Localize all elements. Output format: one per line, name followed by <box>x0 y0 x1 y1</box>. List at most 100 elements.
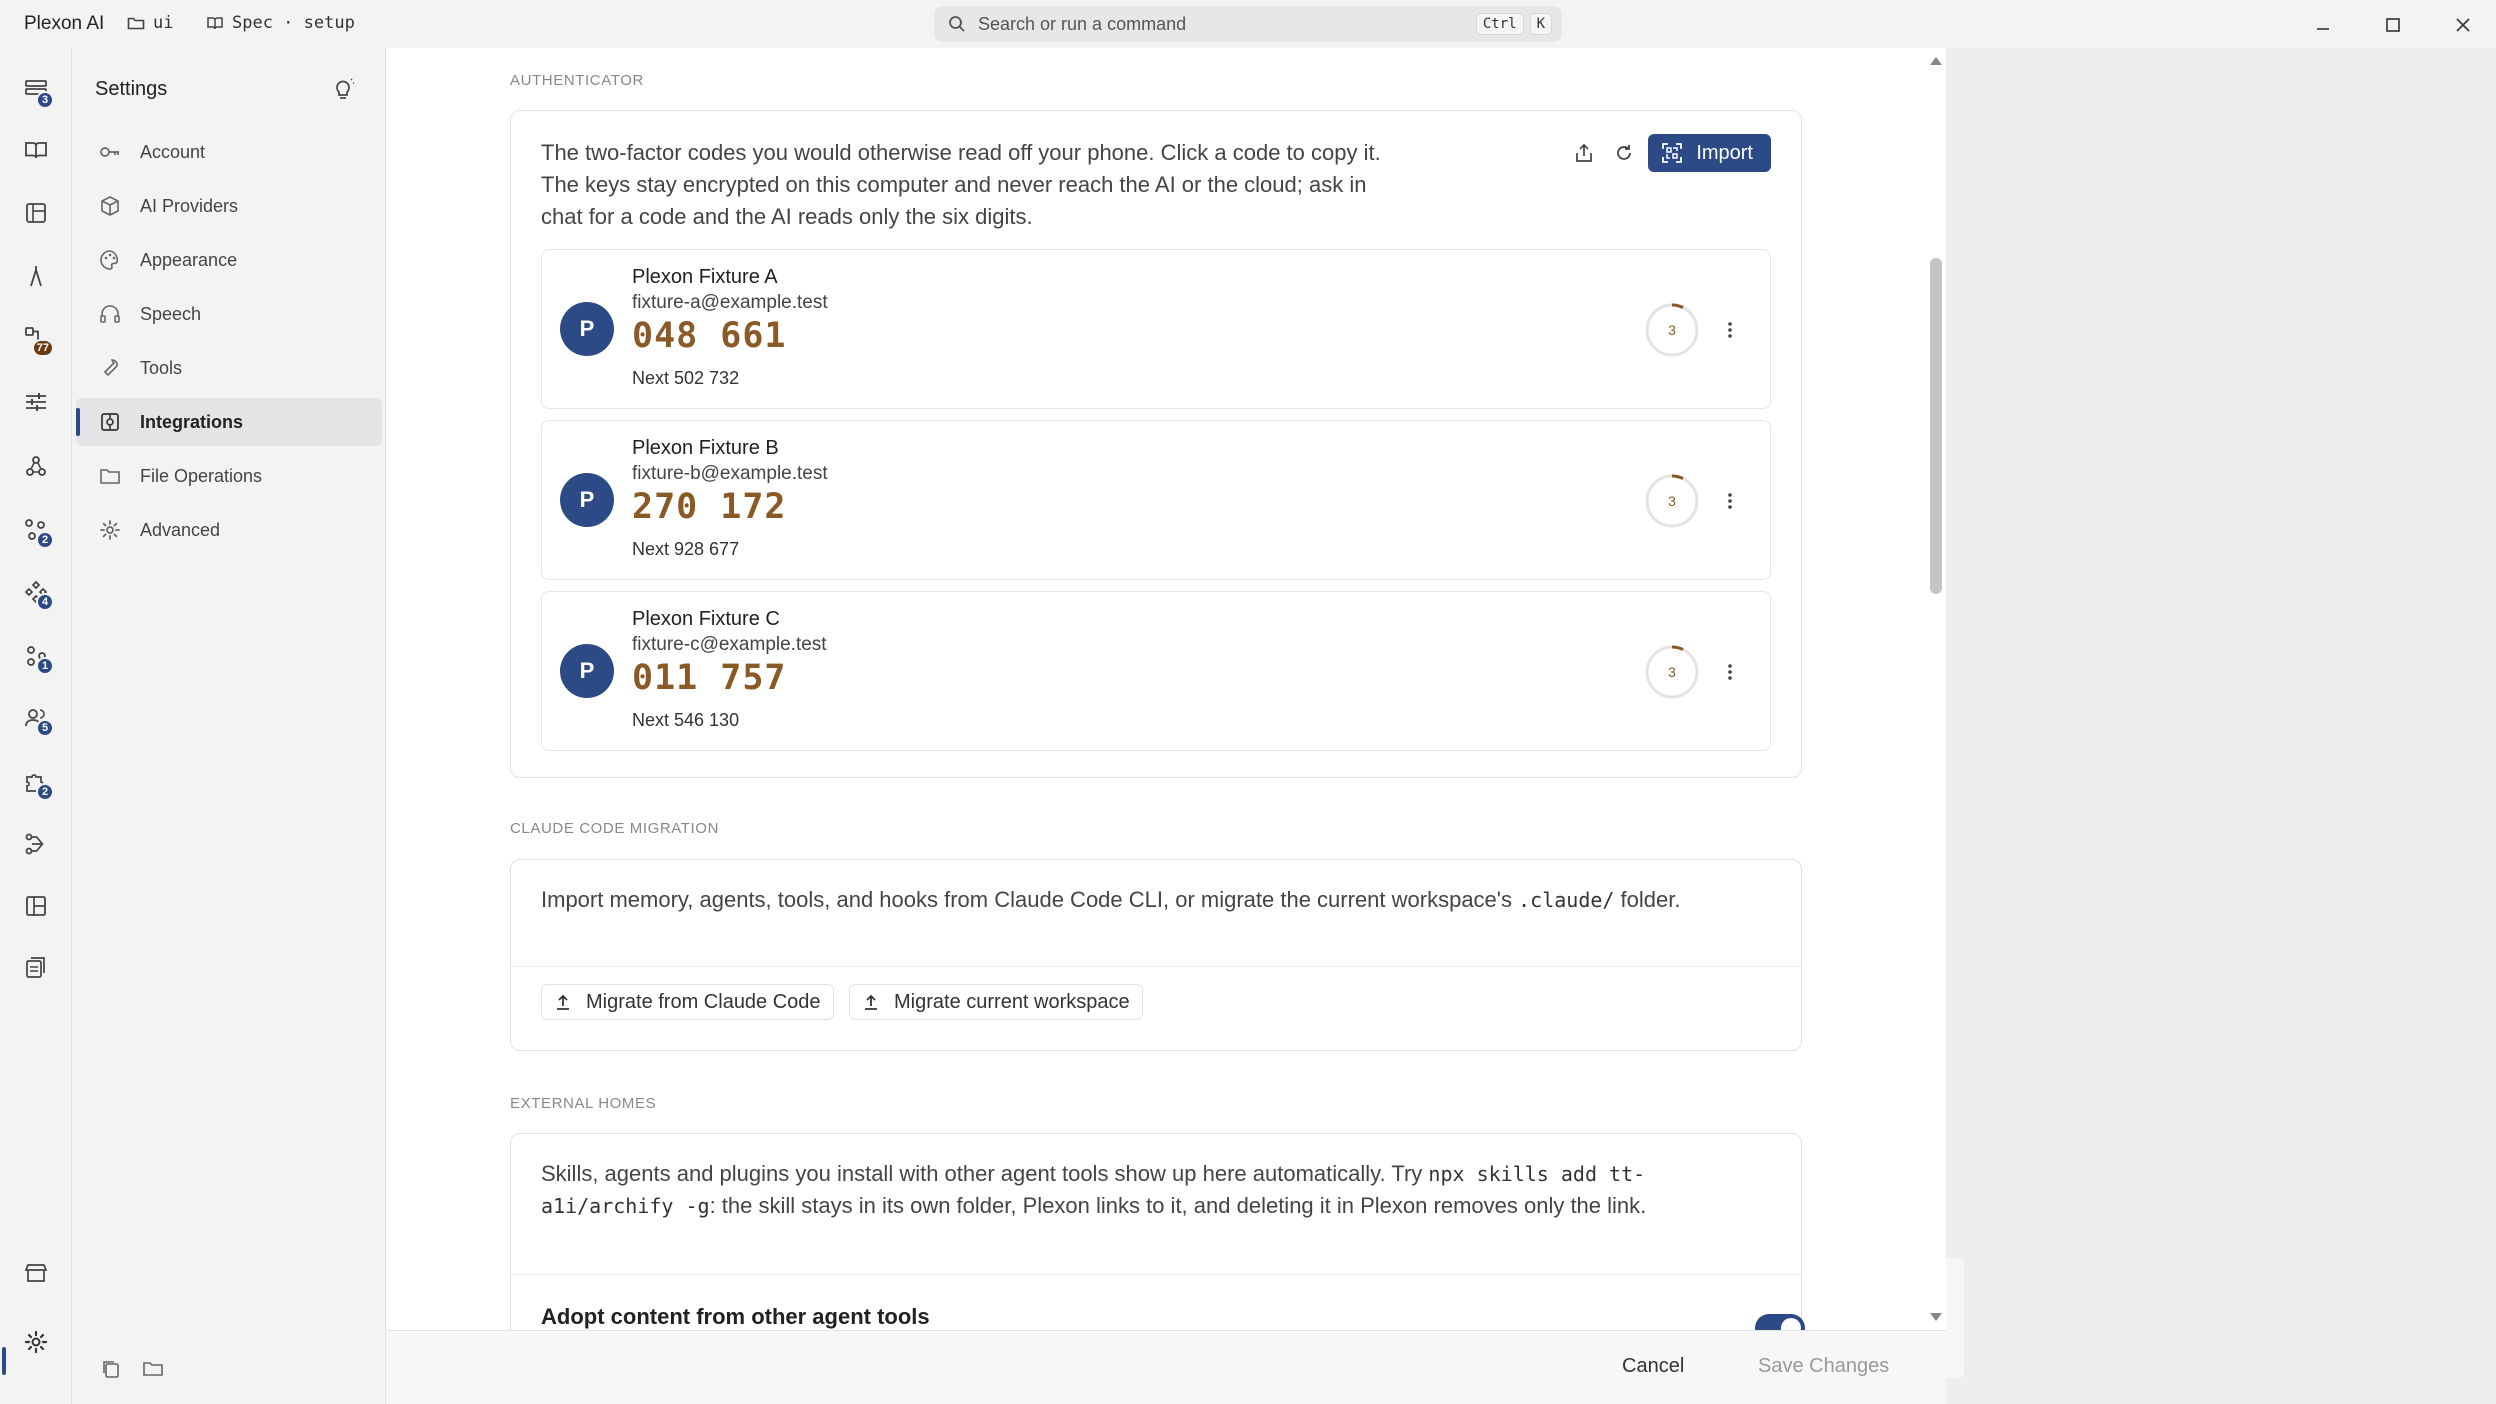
section-label-migration: CLAUDE CODE MIGRATION <box>510 820 720 837</box>
activity-agents[interactable]: 2 <box>16 510 56 550</box>
scroll-up-button[interactable] <box>1929 54 1943 72</box>
sidebar-item-file-operations[interactable]: File Operations <box>76 452 382 500</box>
maximize-button[interactable] <box>2378 10 2408 40</box>
otp-entry[interactable]: P Plexon Fixture A fixture-a@example.tes… <box>541 249 1771 409</box>
settings-nav: Account AI Providers Appearance Speech T… <box>76 128 382 560</box>
headphones-icon <box>98 302 122 326</box>
activity-store[interactable] <box>16 1253 56 1293</box>
activity-flows[interactable] <box>16 824 56 864</box>
adopt-content-label: Adopt content from other agent tools <box>541 1304 930 1329</box>
activity-library[interactable] <box>16 130 56 170</box>
otp-next-code: Next 502 732 <box>632 368 740 388</box>
book-icon <box>207 17 223 30</box>
qr-scan-icon <box>1662 143 1683 163</box>
sidebar-item-appearance[interactable]: Appearance <box>76 236 382 284</box>
sidebar-item-account[interactable]: Account <box>76 128 382 176</box>
sidebar-item-label: Integrations <box>140 411 244 432</box>
maximize-icon <box>2386 18 2400 32</box>
sidebar-item-integrations[interactable]: Integrations <box>76 398 382 446</box>
activity-settings[interactable] <box>16 1322 56 1362</box>
breadcrumb-spec-label: Spec · setup <box>232 13 355 33</box>
folder-icon <box>98 464 122 488</box>
refresh-icon <box>1617 145 1632 160</box>
activity-badge: 77 <box>31 339 54 357</box>
otp-code[interactable]: 270 172 <box>632 487 787 527</box>
key-icon <box>98 140 122 164</box>
activity-sessions[interactable]: 3 <box>16 70 56 110</box>
activity-active-indicator <box>2 1347 6 1375</box>
minimize-button[interactable] <box>2308 10 2338 40</box>
activity-badge: 4 <box>36 593 54 611</box>
palette-icon <box>98 248 122 272</box>
cancel-button[interactable]: Cancel <box>1622 1355 1684 1378</box>
copy-button[interactable] <box>100 1358 122 1380</box>
activity-nodes[interactable]: 1 <box>16 636 56 676</box>
refresh-button[interactable] <box>1604 133 1644 173</box>
scrollbar-track[interactable] <box>1926 48 1946 1330</box>
migrate-workspace-button[interactable]: Migrate current workspace <box>849 984 1143 1020</box>
migrate-workspace-label: Migrate current workspace <box>894 990 1130 1013</box>
otp-seconds: 3 <box>1668 493 1676 509</box>
activity-layout[interactable] <box>16 886 56 926</box>
external-text-before: Skills, agents and plugins you install w… <box>541 1161 1429 1186</box>
sidebar-item-tools[interactable]: Tools <box>76 344 382 392</box>
activity-board[interactable] <box>16 193 56 233</box>
activity-workflows[interactable]: 77 <box>16 318 56 358</box>
import-label: Import <box>1696 141 1753 164</box>
migrate-from-claude-button[interactable]: Migrate from Claude Code <box>541 984 834 1020</box>
import-button[interactable]: Import <box>1648 134 1771 172</box>
close-button[interactable] <box>2448 10 2478 40</box>
migration-description: Import memory, agents, tools, and hooks … <box>541 884 1781 916</box>
sliders-icon <box>26 393 46 411</box>
otp-next-code: Next 928 677 <box>632 539 740 559</box>
migration-text-before: Import memory, agents, tools, and hooks … <box>541 887 1519 912</box>
more-vertical-icon <box>1728 493 1732 509</box>
authenticator-card: The two-factor codes you would otherwise… <box>510 110 1802 778</box>
export-button[interactable] <box>1564 133 1604 173</box>
otp-entry[interactable]: P Plexon Fixture C fixture-c@example.tes… <box>541 591 1771 751</box>
scrollbar-thumb[interactable] <box>1930 258 1942 594</box>
otp-more-button[interactable] <box>1710 310 1750 350</box>
otp-account-email: fixture-b@example.test <box>632 463 828 484</box>
otp-countdown: 3 <box>1644 302 1700 358</box>
search-placeholder: Search or run a command <box>978 13 1187 34</box>
gear-icon <box>24 1330 48 1354</box>
activity-compass[interactable] <box>16 256 56 296</box>
activity-plugins[interactable]: 2 <box>16 762 56 802</box>
authenticator-description: The two-factor codes you would otherwise… <box>541 140 1381 229</box>
app-name: Plexon AI <box>24 13 105 34</box>
activity-skills[interactable]: 4 <box>16 572 56 612</box>
sidebar-item-label: Appearance <box>140 249 238 270</box>
open-folder-button[interactable] <box>142 1358 164 1380</box>
adopt-content-toggle[interactable] <box>1755 1314 1805 1330</box>
otp-account-name: Plexon Fixture B <box>632 437 779 459</box>
shortcut-key-ctrl: Ctrl <box>1475 13 1524 35</box>
otp-code[interactable]: 048 661 <box>632 316 787 356</box>
command-search[interactable]: Search or run a command Ctrl K <box>934 6 1562 42</box>
sidebar-item-ai-providers[interactable]: AI Providers <box>76 182 382 230</box>
settings-title: Settings <box>95 78 168 100</box>
activity-data[interactable] <box>16 948 56 988</box>
sidebar-item-advanced[interactable]: Advanced <box>76 506 382 554</box>
activity-badge: 2 <box>36 783 54 801</box>
otp-code[interactable]: 011 757 <box>632 658 787 698</box>
otp-more-button[interactable] <box>1710 652 1750 692</box>
activity-sliders[interactable] <box>16 382 56 422</box>
save-changes-button[interactable]: Save Changes <box>1758 1355 1889 1378</box>
sidebar-item-speech[interactable]: Speech <box>76 290 382 338</box>
upload-icon <box>557 994 569 1010</box>
breadcrumb-folder[interactable]: ui <box>127 13 173 33</box>
tips-button[interactable] <box>330 76 356 107</box>
compass-icon <box>30 266 42 287</box>
activity-users[interactable]: 5 <box>16 698 56 738</box>
section-label-authenticator: AUTHENTICATOR <box>510 72 644 89</box>
otp-entry[interactable]: P Plexon Fixture B fixture-b@example.tes… <box>541 420 1771 580</box>
lightbulb-icon <box>336 78 354 99</box>
breadcrumb-spec[interactable]: Spec · setup <box>206 13 355 33</box>
breadcrumb-folder-label: ui <box>153 13 174 33</box>
webhook-icon <box>26 456 46 476</box>
otp-next-code: Next 546 130 <box>632 710 740 730</box>
scroll-down-button[interactable] <box>1929 1310 1943 1328</box>
activity-webhooks[interactable] <box>16 446 56 486</box>
otp-more-button[interactable] <box>1710 481 1750 521</box>
